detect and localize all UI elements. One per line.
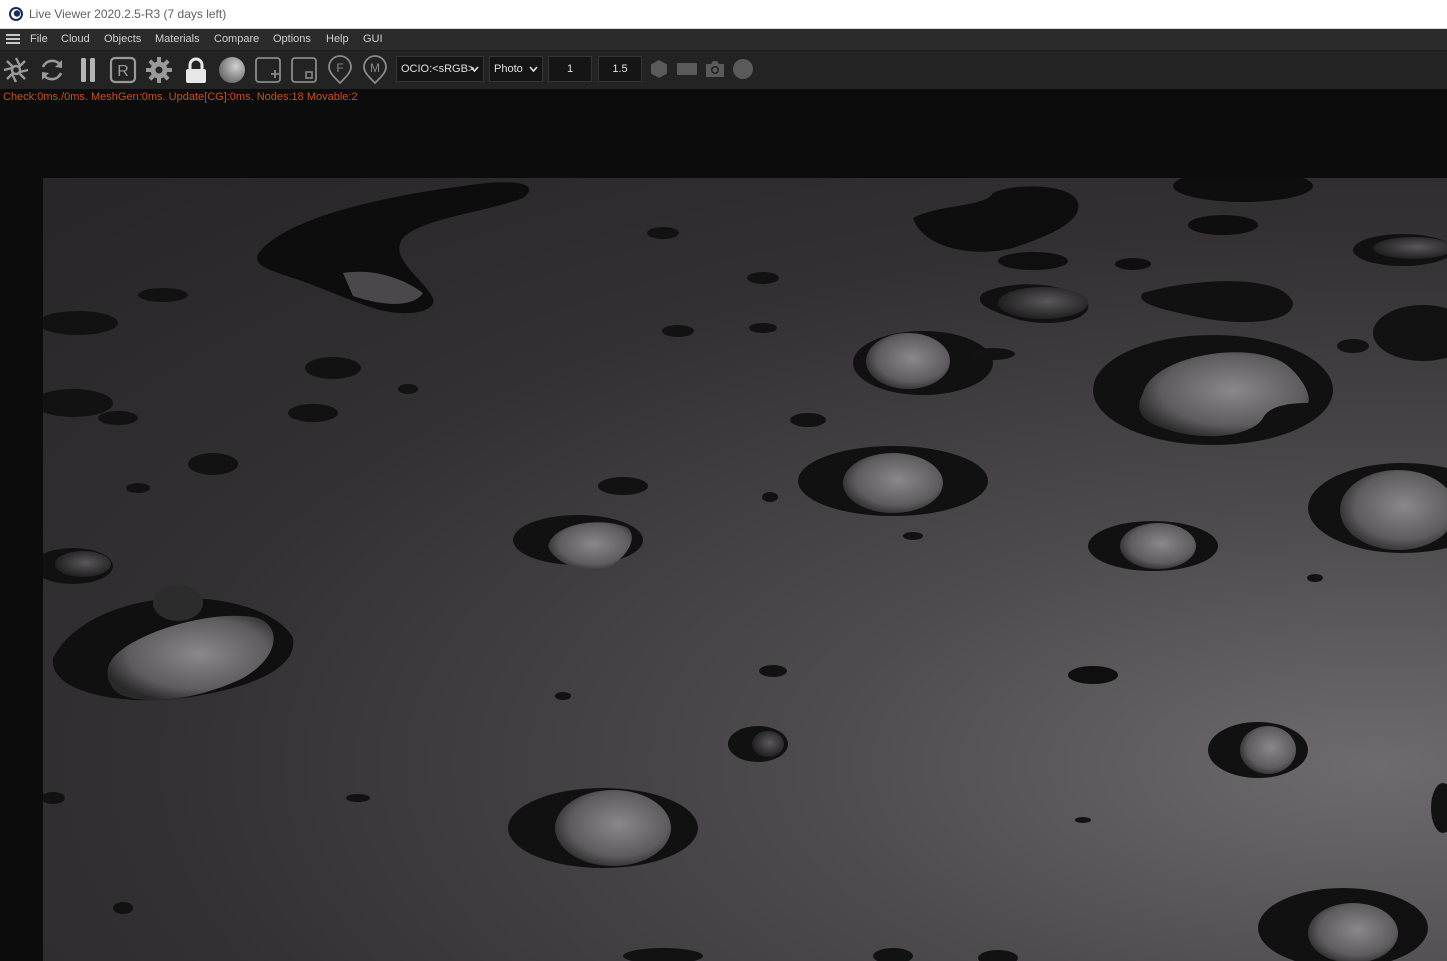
cinema4d-icon: [9, 7, 23, 21]
lock-icon[interactable]: [181, 55, 211, 85]
toolbar: R F M OCIO:<sRGB> Photo 1 1.5: [0, 51, 1447, 89]
menu-compare[interactable]: Compare: [214, 33, 259, 45]
gear-icon[interactable]: [144, 55, 174, 85]
svg-text:M: M: [370, 61, 380, 75]
hexagon-icon[interactable]: [649, 59, 669, 79]
chevron-down-icon: [529, 66, 538, 73]
svg-text:F: F: [336, 61, 343, 75]
chevron-down-icon: [470, 66, 479, 73]
menu-help[interactable]: Help: [326, 33, 349, 45]
r-icon[interactable]: R: [108, 55, 138, 85]
hamburger-menu-icon[interactable]: [6, 34, 20, 45]
menu-cloud[interactable]: Cloud: [61, 33, 90, 45]
exposure-field[interactable]: 1: [548, 56, 592, 82]
aperture-icon[interactable]: [1, 55, 31, 85]
menu-file[interactable]: File: [30, 33, 48, 45]
tonemap-select[interactable]: Photo: [489, 56, 543, 82]
ocio-select-value: OCIO:<sRGB>: [401, 63, 475, 75]
menu-gui[interactable]: GUI: [363, 33, 383, 45]
menu-options[interactable]: Options: [273, 33, 311, 45]
ocio-select[interactable]: OCIO:<sRGB>: [396, 56, 484, 82]
refresh-icon[interactable]: [37, 55, 67, 85]
rectangle-icon[interactable]: [676, 61, 698, 77]
tonemap-select-value: Photo: [494, 63, 523, 75]
svg-text:R: R: [117, 63, 129, 80]
sphere-icon[interactable]: [217, 55, 247, 85]
f-pin-icon[interactable]: F: [325, 55, 355, 85]
rendered-water-droplets-image: [43, 178, 1447, 961]
render-status-text: Check:0ms./0ms. MeshGen:0ms. Update[CG]:…: [3, 91, 358, 103]
menu-materials[interactable]: Materials: [155, 33, 200, 45]
menu-bar: File Cloud Objects Materials Compare Opt…: [0, 29, 1447, 51]
circle-icon[interactable]: [732, 58, 754, 80]
gamma-field[interactable]: 1.5: [598, 56, 642, 82]
window-title: Live Viewer 2020.2.5-R3 (7 days left): [29, 7, 227, 21]
m-pin-icon[interactable]: M: [360, 55, 390, 85]
pause-icon[interactable]: [73, 55, 103, 85]
add-region-icon[interactable]: [253, 55, 283, 85]
title-bar: Live Viewer 2020.2.5-R3 (7 days left): [0, 0, 1447, 29]
camera-icon[interactable]: [704, 59, 726, 79]
render-viewport[interactable]: [43, 178, 1447, 961]
menu-objects[interactable]: Objects: [104, 33, 141, 45]
region-icon[interactable]: [289, 55, 319, 85]
